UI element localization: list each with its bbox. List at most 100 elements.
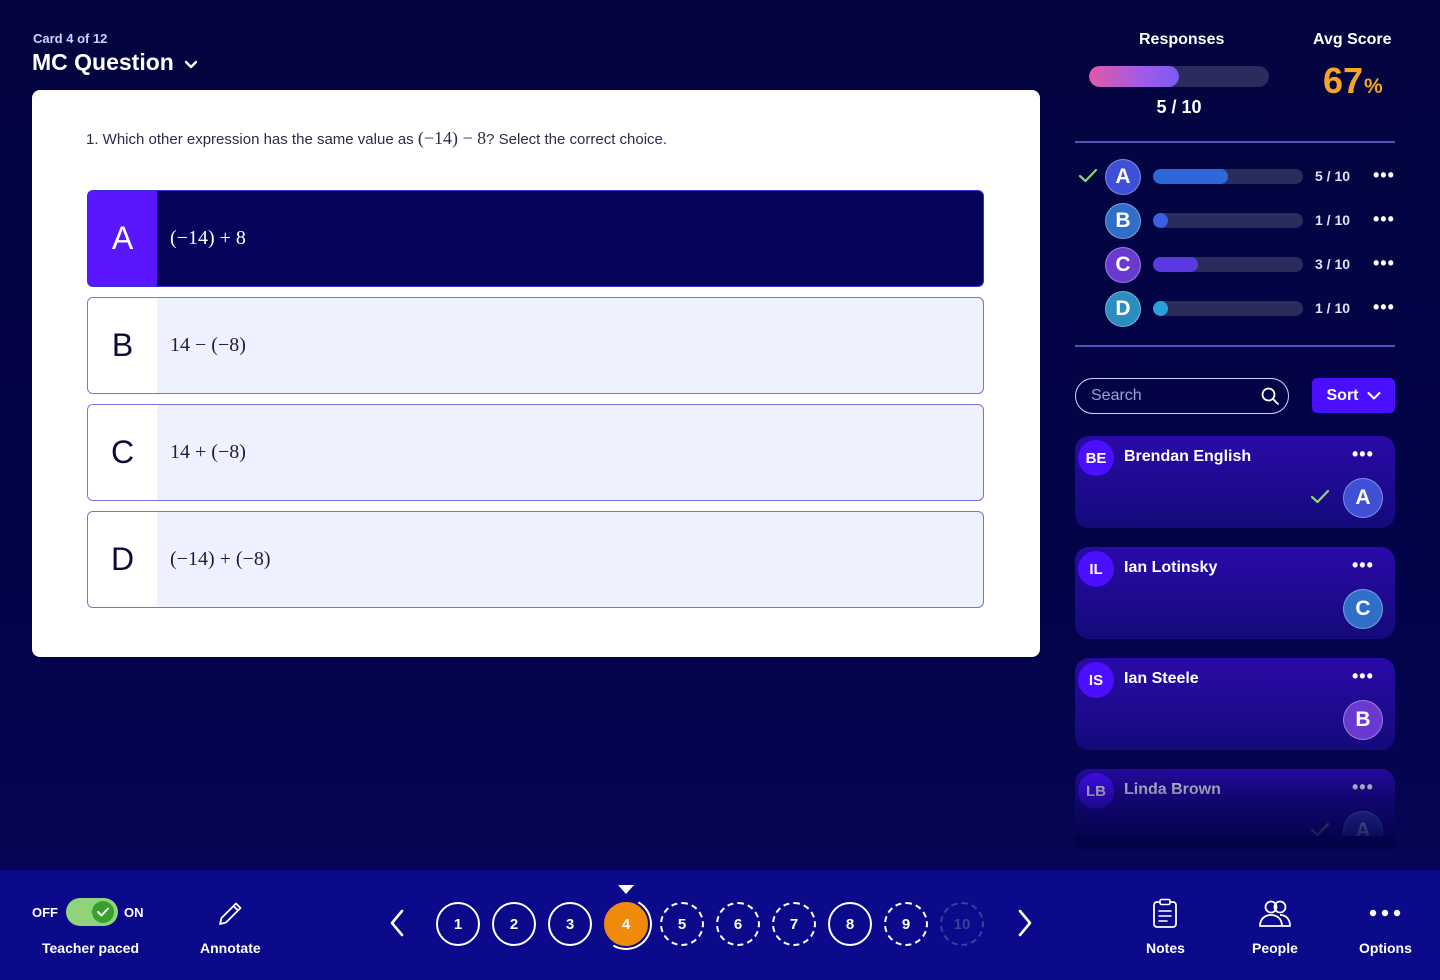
chevron-right-icon[interactable]	[1016, 908, 1034, 938]
more-options-icon[interactable]: •••	[1373, 209, 1395, 230]
avg-score-number: 67	[1323, 60, 1364, 101]
choice-letter: D	[88, 512, 157, 607]
student-answer-badge: A	[1343, 811, 1383, 836]
distribution-count: 5 / 10	[1315, 168, 1351, 184]
sort-label: Sort	[1326, 386, 1359, 404]
student-card[interactable]: IS Ian Steele ••• B	[1075, 658, 1395, 750]
page-button-7[interactable]: 7	[772, 902, 816, 946]
student-card[interactable]: IL Ian Lotinsky ••• C	[1075, 547, 1395, 639]
more-options-icon[interactable]: •••	[1352, 666, 1374, 687]
distribution-row-c: C 3 / 10 •••	[1075, 245, 1395, 285]
sort-button[interactable]: Sort	[1312, 378, 1395, 413]
toggle-knob	[92, 901, 114, 923]
distribution-count: 1 / 10	[1315, 212, 1351, 228]
page-button-9[interactable]: 9	[884, 902, 928, 946]
distribution-bar	[1153, 213, 1303, 228]
card-type-dropdown[interactable]: MC Question	[32, 49, 198, 76]
choice-expression: 14 − (−8)	[170, 334, 246, 356]
distribution-bar	[1153, 257, 1303, 272]
question-text: 1. Which other expression has the same v…	[86, 128, 667, 149]
teacher-paced-label: Teacher paced	[42, 940, 140, 956]
choice-d[interactable]: D (−14) + (−8)	[87, 511, 984, 608]
more-options-icon[interactable]: •••	[1373, 253, 1395, 274]
bottom-toolbar: OFF ON Teacher paced Annotate 1 2 3 4 5 …	[0, 870, 1440, 980]
distribution-count: 1 / 10	[1315, 300, 1351, 316]
more-options-icon[interactable]: •••	[1352, 777, 1374, 798]
teacher-paced-toggle[interactable]	[66, 898, 118, 926]
page-button-6[interactable]: 6	[716, 902, 760, 946]
choice-expression: (−14) + 8	[170, 227, 246, 249]
page-button-4[interactable]: 4	[604, 902, 648, 946]
toggle-off-label: OFF	[32, 905, 58, 920]
choice-a[interactable]: A (−14) + 8	[87, 190, 984, 287]
student-answer-badge: B	[1343, 700, 1383, 740]
answer-badge: A	[1105, 159, 1141, 195]
card-title: MC Question	[32, 49, 174, 75]
divider	[1075, 345, 1395, 347]
chevron-down-icon	[1367, 391, 1380, 399]
divider	[1075, 141, 1395, 143]
choice-letter: B	[88, 298, 157, 393]
more-options-icon[interactable]: •••	[1373, 297, 1395, 318]
student-list: BE Brendan English ••• A IL Ian Lotinsky…	[1075, 436, 1395, 836]
distribution-bar-fill	[1153, 213, 1168, 228]
more-horizontal-icon	[1369, 909, 1401, 917]
choice-expression: (−14) + (−8)	[170, 548, 271, 570]
distribution-row-d: D 1 / 10 •••	[1075, 289, 1395, 329]
choice-letter: C	[88, 405, 157, 500]
search-input[interactable]	[1091, 387, 1251, 405]
more-options-icon[interactable]: •••	[1352, 444, 1374, 465]
choice-b[interactable]: B 14 − (−8)	[87, 297, 984, 394]
responses-progress-bar	[1089, 66, 1269, 87]
people-icon	[1259, 900, 1291, 927]
pencil-icon	[219, 902, 242, 925]
page-button-3[interactable]: 3	[548, 902, 592, 946]
distribution-bar-fill	[1153, 169, 1228, 184]
question-math: (−14) − 8	[417, 128, 487, 148]
correct-check-icon	[1310, 822, 1330, 836]
current-page-pointer-icon	[618, 885, 634, 894]
clipboard-icon	[1153, 898, 1177, 928]
options-label: Options	[1359, 940, 1412, 956]
people-label: People	[1252, 940, 1298, 956]
distribution-row-b: B 1 / 10 •••	[1075, 201, 1395, 241]
distribution-bar-fill	[1153, 257, 1198, 272]
distribution-count: 3 / 10	[1315, 256, 1351, 272]
answer-badge: D	[1105, 291, 1141, 327]
avatar: IL	[1078, 551, 1114, 587]
page-button-5[interactable]: 5	[660, 902, 704, 946]
toggle-on-label: ON	[124, 905, 144, 920]
search-icon[interactable]	[1260, 386, 1280, 406]
avg-score-unit: %	[1364, 75, 1383, 98]
correct-check-icon	[1310, 489, 1330, 504]
avg-score-label: Avg Score	[1313, 31, 1392, 48]
student-name: Linda Brown	[1124, 781, 1221, 798]
page-button-2[interactable]: 2	[492, 902, 536, 946]
search-box	[1075, 378, 1289, 414]
student-answer-badge: C	[1343, 589, 1383, 629]
annotate-label: Annotate	[200, 940, 261, 956]
answer-badge: C	[1105, 247, 1141, 283]
choice-letter: A	[88, 191, 157, 286]
question-panel: 1. Which other expression has the same v…	[32, 90, 1040, 657]
page-button-1[interactable]: 1	[436, 902, 480, 946]
responses-label: Responses	[1139, 31, 1225, 48]
more-options-icon[interactable]: •••	[1373, 165, 1395, 186]
choice-c[interactable]: C 14 + (−8)	[87, 404, 984, 501]
correct-check-icon	[1078, 168, 1098, 183]
student-card[interactable]: LB Linda Brown ••• A	[1075, 769, 1395, 836]
check-icon	[97, 907, 109, 917]
responses-progress-fill	[1089, 66, 1179, 87]
notes-label: Notes	[1146, 940, 1185, 956]
page-button-8[interactable]: 8	[828, 902, 872, 946]
card-counter: Card 4 of 12	[33, 31, 108, 46]
student-name: Brendan English	[1124, 448, 1252, 465]
student-card[interactable]: BE Brendan English ••• A	[1075, 436, 1395, 528]
distribution-bar-fill	[1153, 301, 1168, 316]
avg-score-value: 67%	[1323, 60, 1383, 102]
answer-badge: B	[1105, 203, 1141, 239]
chevron-left-icon[interactable]	[388, 908, 406, 938]
page-button-10[interactable]: 10	[940, 902, 984, 946]
more-options-icon[interactable]: •••	[1352, 555, 1374, 576]
question-prefix: 1. Which other expression has the same v…	[86, 131, 418, 148]
